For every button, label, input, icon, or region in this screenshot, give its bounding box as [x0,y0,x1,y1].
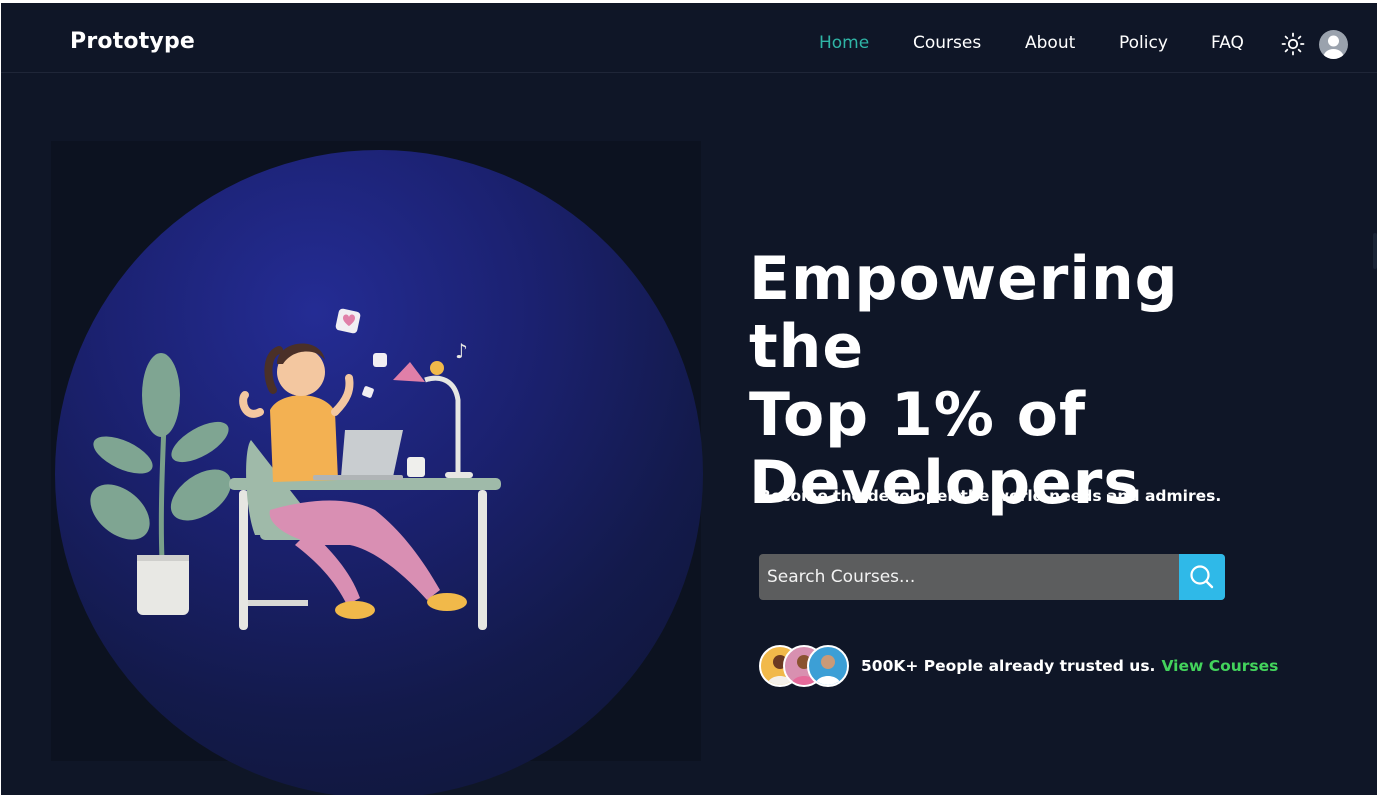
headline-line: Empowering the [749,244,1179,382]
hero-subheadline: Become the developer the world needs and… [759,487,1222,505]
top-navbar: Prototype Home Courses About Policy FAQ [1,3,1377,73]
user-avatar-icon[interactable] [1319,30,1348,59]
headline-line: Top 1% of [749,380,1087,450]
trust-statement: 500K+ People already trusted us. View Cou… [861,657,1278,675]
nav-about[interactable]: About [1025,33,1075,53]
nav-faq[interactable]: FAQ [1211,33,1244,53]
nav-courses[interactable]: Courses [913,33,981,53]
svg-text:♪: ♪ [455,339,468,363]
social-proof: 500K+ People already trusted us. View Cou… [759,643,1278,689]
scroll-edge [1373,233,1377,269]
trust-text: 500K+ People already trusted us. [861,657,1156,675]
sun-icon[interactable] [1281,32,1305,56]
course-search-bar [759,554,1225,600]
plant-icon [90,353,232,615]
lamp-icon [393,361,473,478]
nav-policy[interactable]: Policy [1119,33,1168,53]
view-courses-link[interactable]: View Courses [1161,657,1278,675]
hero-headline: Empowering the Top 1% of Developers [749,245,1309,517]
search-input[interactable] [759,554,1179,600]
brand-logo[interactable]: Prototype [70,29,195,54]
page-frame: Prototype Home Courses About Policy FAQ [1,3,1377,795]
avatar [807,645,849,687]
mug-icon [407,457,425,477]
headline-line: Developers [749,448,1141,518]
developer-illustration: ♪ [90,308,501,630]
nav-home[interactable]: Home [819,33,869,53]
search-icon [1190,565,1214,589]
search-button[interactable] [1179,554,1225,600]
